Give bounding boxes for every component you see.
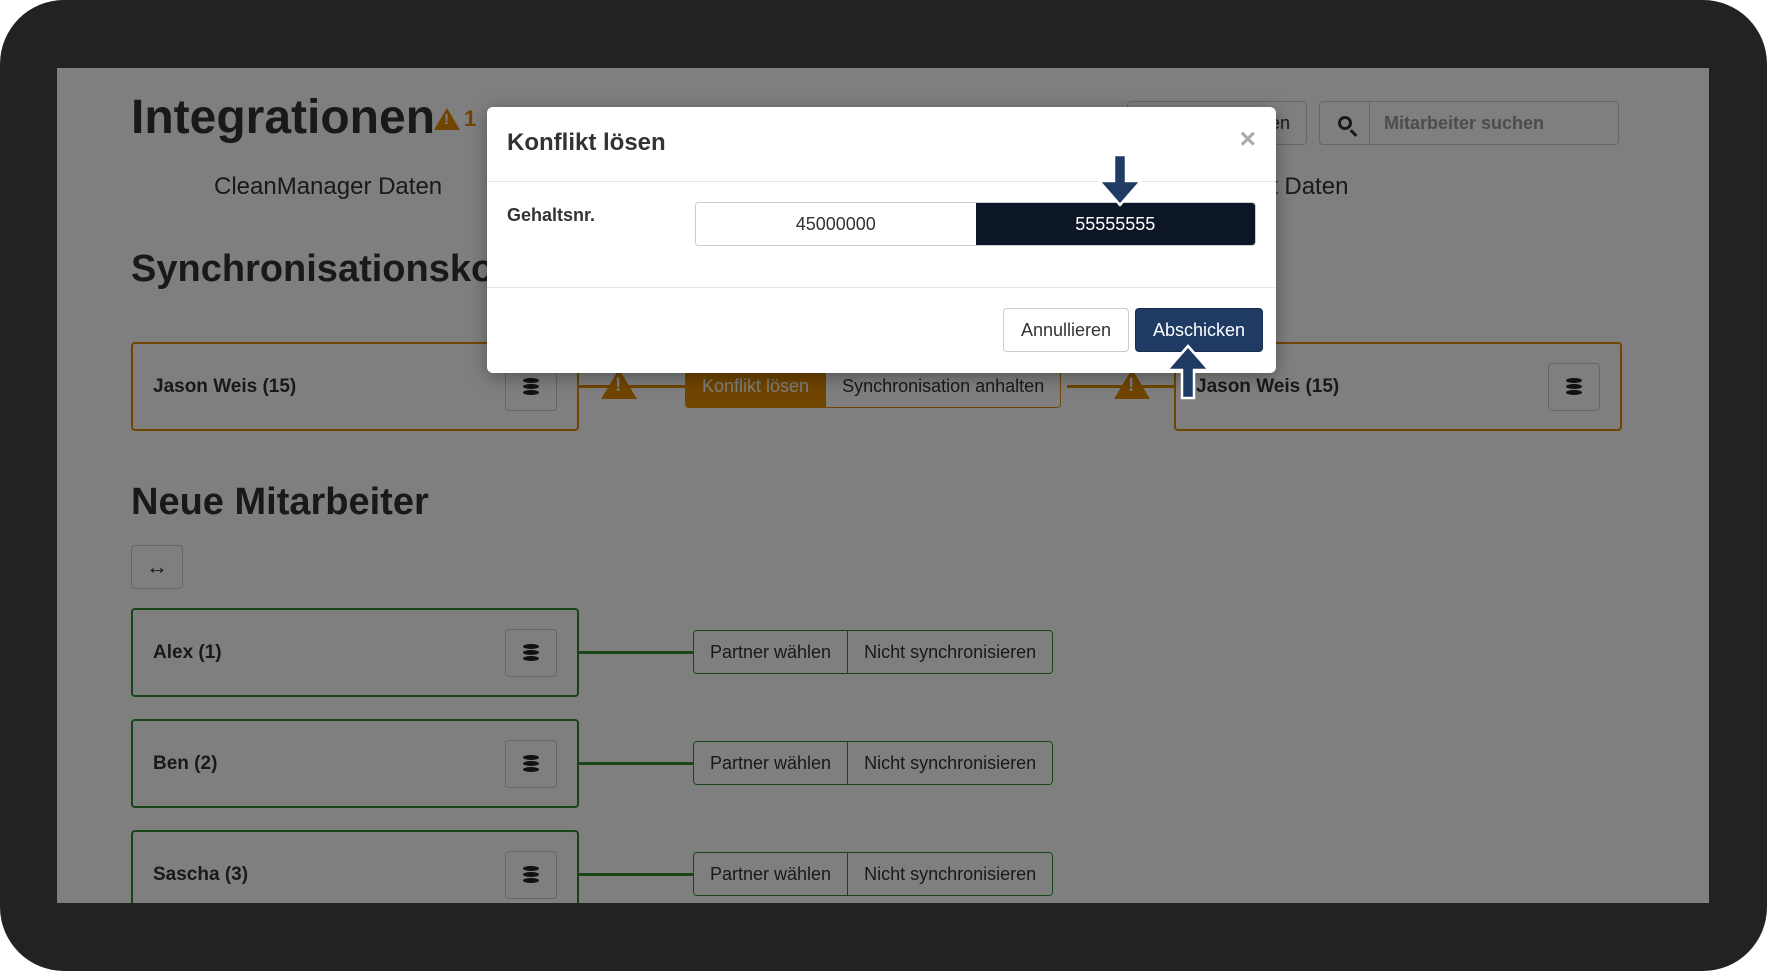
resolve-conflict-dialog: Konflikt lösen × Gehaltsnr. 45000000 555… [487, 107, 1276, 373]
modal-footer: Annullieren Abschicken [487, 287, 1276, 374]
app-screen: Integrationen 1 en CleanManager Daten Da… [57, 68, 1709, 903]
arrow-up-icon [1164, 344, 1212, 400]
cancel-button[interactable]: Annullieren [1003, 308, 1129, 352]
option-right-button[interactable]: 55555555 [975, 203, 1255, 245]
field-label: Gehaltsnr. [507, 205, 596, 225]
modal-title: Konflikt lösen [507, 129, 666, 156]
option-left-button[interactable]: 45000000 [696, 203, 976, 245]
value-choice-group: 45000000 55555555 [695, 202, 1256, 246]
device-frame: Integrationen 1 en CleanManager Daten Da… [0, 0, 1767, 971]
arrow-down-icon [1096, 153, 1144, 207]
modal-header: Konflikt lösen × [487, 107, 1276, 182]
close-icon[interactable]: × [1240, 123, 1256, 155]
